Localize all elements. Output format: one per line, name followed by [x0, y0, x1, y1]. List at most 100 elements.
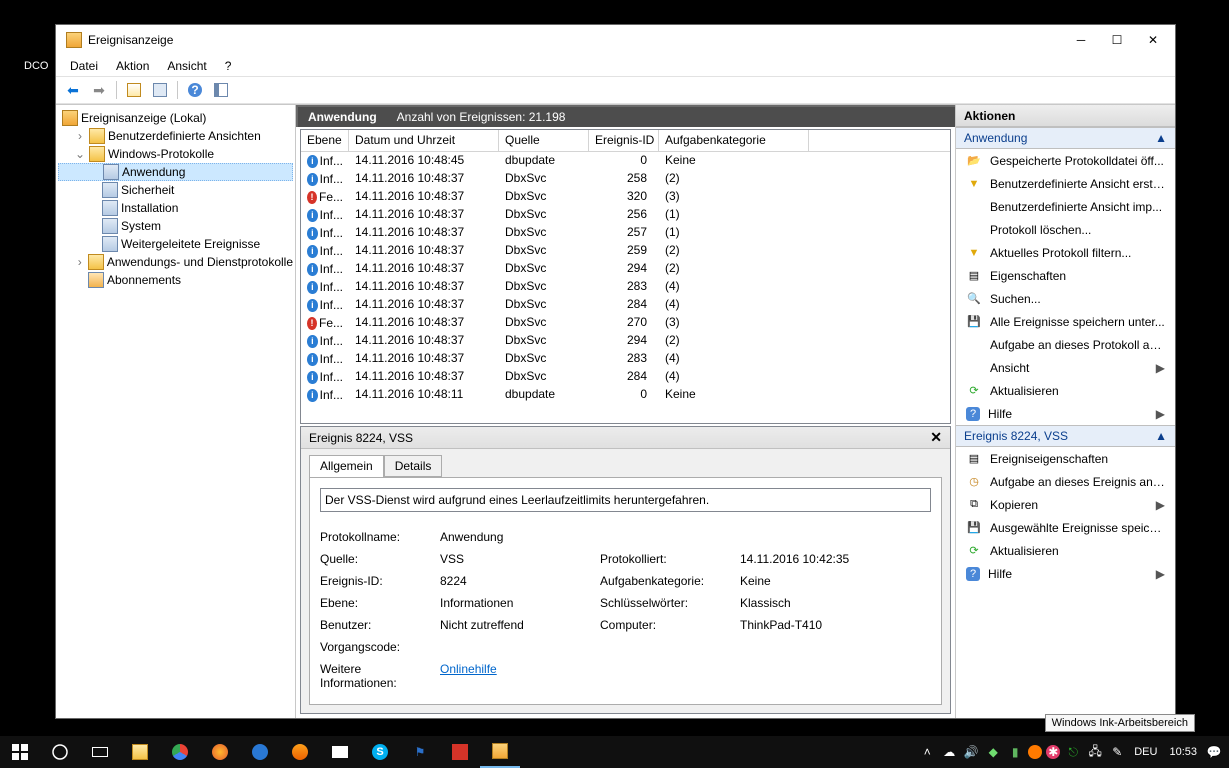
taskbar-app-thunderbird[interactable] — [280, 736, 320, 768]
tree-log-security[interactable]: Sicherheit — [58, 181, 293, 199]
action-copy[interactable]: ⧉Kopieren▶ — [956, 493, 1175, 516]
action-clear-log[interactable]: Protokoll löschen... — [956, 218, 1175, 241]
taskbar-app-skype[interactable]: S — [360, 736, 400, 768]
expand-icon[interactable]: › — [74, 255, 85, 269]
event-row[interactable]: iInf...14.11.2016 10:48:37DbxSvc258(2) — [301, 170, 950, 188]
taskbar-app-store[interactable] — [320, 736, 360, 768]
col-category[interactable]: Aufgabenkategorie — [659, 130, 809, 151]
online-help-link[interactable]: Onlinehilfe — [440, 662, 600, 690]
toggle-pane-button[interactable] — [210, 79, 232, 101]
tray-defender-icon[interactable] — [1028, 745, 1042, 759]
tray-battery-icon[interactable]: ▮ — [1006, 743, 1024, 761]
event-row[interactable]: iInf...14.11.2016 10:48:37DbxSvc284(4) — [301, 368, 950, 386]
detail-close-button[interactable]: ✕ — [930, 429, 942, 446]
close-button[interactable]: ✕ — [1135, 26, 1171, 54]
tree-log-system[interactable]: System — [58, 217, 293, 235]
tree-log-application[interactable]: Anwendung — [58, 163, 293, 181]
event-row[interactable]: iInf...14.11.2016 10:48:37DbxSvc294(2) — [301, 332, 950, 350]
col-datetime[interactable]: Datum und Uhrzeit — [349, 130, 499, 151]
event-row[interactable]: iInf...14.11.2016 10:48:37DbxSvc257(1) — [301, 224, 950, 242]
col-eventid[interactable]: Ereignis-ID — [589, 130, 659, 151]
tray-up-icon[interactable]: ˄ — [918, 743, 936, 761]
menu-action[interactable]: Aktion — [108, 57, 157, 75]
action-import-custom-view[interactable]: Benutzerdefinierte Ansicht imp... — [956, 195, 1175, 218]
taskview-button[interactable] — [80, 736, 120, 768]
action-event-properties[interactable]: ▤Ereigniseigenschaften — [956, 447, 1175, 470]
action-create-custom-view[interactable]: ▼Benutzerdefinierte Ansicht erste... — [956, 172, 1175, 195]
taskbar-app-edge[interactable] — [240, 736, 280, 768]
event-row[interactable]: iInf...14.11.2016 10:48:45dbupdate0Keine — [301, 152, 950, 170]
col-source[interactable]: Quelle — [499, 130, 589, 151]
action-refresh-event[interactable]: ⟳Aktualisieren — [956, 539, 1175, 562]
tray-volume-icon[interactable]: 🔊 — [962, 743, 980, 761]
action-help[interactable]: ?Hilfe▶ — [956, 402, 1175, 425]
tray-onedrive-icon[interactable]: ☁ — [940, 743, 958, 761]
taskbar-app-flag[interactable]: ⚑ — [400, 736, 440, 768]
tab-general[interactable]: Allgemein — [309, 455, 384, 477]
event-row[interactable]: !Fe...14.11.2016 10:48:37DbxSvc320(3) — [301, 188, 950, 206]
events-list[interactable]: Ebene Datum und Uhrzeit Quelle Ereignis-… — [300, 129, 951, 424]
show-hide-tree-button[interactable] — [123, 79, 145, 101]
event-row[interactable]: !Fe...14.11.2016 10:48:37DbxSvc270(3) — [301, 314, 950, 332]
nav-forward-button[interactable]: ➡ — [88, 79, 110, 101]
action-refresh[interactable]: ⟳Aktualisieren — [956, 379, 1175, 402]
tray-app-icon[interactable]: ◆ — [984, 743, 1002, 761]
event-row[interactable]: iInf...14.11.2016 10:48:37DbxSvc294(2) — [301, 260, 950, 278]
tray-network-icon[interactable]: 🖧 — [1086, 743, 1104, 761]
action-group-application[interactable]: Anwendung▲ — [956, 127, 1175, 149]
collapse-icon[interactable]: ▲ — [1155, 429, 1167, 443]
system-tray[interactable]: ˄ ☁ 🔊 ◆ ▮ ✱ ⎋ 🖧 ✎ DEU 10:53 💬 — [918, 743, 1229, 761]
event-row[interactable]: iInf...14.11.2016 10:48:37DbxSvc259(2) — [301, 242, 950, 260]
action-filter-log[interactable]: ▼Aktuelles Protokoll filtern... — [956, 241, 1175, 264]
action-attach-task-log[interactable]: Aufgabe an dieses Protokoll anf... — [956, 333, 1175, 356]
properties-button[interactable] — [149, 79, 171, 101]
tray-clock[interactable]: 10:53 — [1165, 746, 1201, 758]
navigation-tree[interactable]: Ereignisanzeige (Lokal) ›Benutzerdefinie… — [56, 105, 296, 718]
tree-windows-logs[interactable]: ⌄Windows-Protokolle — [58, 145, 293, 163]
cortana-button[interactable] — [40, 736, 80, 768]
tree-app-service-logs[interactable]: ›Anwendungs- und Dienstprotokolle — [58, 253, 293, 271]
event-row[interactable]: iInf...14.11.2016 10:48:11dbupdate0Keine — [301, 386, 950, 404]
maximize-button[interactable]: ☐ — [1099, 26, 1135, 54]
event-row[interactable]: iInf...14.11.2016 10:48:37DbxSvc256(1) — [301, 206, 950, 224]
tree-log-setup[interactable]: Installation — [58, 199, 293, 217]
menu-view[interactable]: Ansicht — [159, 57, 214, 75]
event-row[interactable]: iInf...14.11.2016 10:48:37DbxSvc283(4) — [301, 278, 950, 296]
tray-sync-icon[interactable]: ✱ — [1046, 745, 1060, 759]
tray-bluetooth-icon[interactable]: ⎋ — [1064, 743, 1082, 761]
taskbar-app-eventviewer[interactable] — [480, 736, 520, 768]
action-group-event[interactable]: Ereignis 8224, VSS▲ — [956, 425, 1175, 447]
collapse-icon[interactable]: ⌄ — [74, 147, 86, 161]
col-level[interactable]: Ebene — [301, 130, 349, 151]
expand-icon[interactable]: › — [74, 129, 86, 143]
nav-back-button[interactable]: ⬅ — [62, 79, 84, 101]
action-attach-task-event[interactable]: ◷Aufgabe an dieses Ereignis anfü... — [956, 470, 1175, 493]
minimize-button[interactable]: ─ — [1063, 26, 1099, 54]
action-properties[interactable]: ▤Eigenschaften — [956, 264, 1175, 287]
action-save-selected[interactable]: 💾Ausgewählte Ereignisse speiche... — [956, 516, 1175, 539]
tray-language[interactable]: DEU — [1130, 746, 1161, 758]
tray-ink-icon[interactable]: ✎ — [1108, 743, 1126, 761]
event-row[interactable]: iInf...14.11.2016 10:48:37DbxSvc283(4) — [301, 350, 950, 368]
tab-details[interactable]: Details — [384, 455, 443, 477]
action-view-submenu[interactable]: Ansicht▶ — [956, 356, 1175, 379]
tree-log-forwarded[interactable]: Weitergeleitete Ereignisse — [58, 235, 293, 253]
taskbar-app-snipping[interactable] — [440, 736, 480, 768]
collapse-icon[interactable]: ▲ — [1155, 131, 1167, 145]
taskbar[interactable]: S ⚑ ˄ ☁ 🔊 ◆ ▮ ✱ ⎋ 🖧 ✎ DEU 10:53 💬 — [0, 736, 1229, 768]
action-save-all-events[interactable]: 💾Alle Ereignisse speichern unter... — [956, 310, 1175, 333]
tree-root[interactable]: Ereignisanzeige (Lokal) — [58, 109, 293, 127]
action-help-event[interactable]: ?Hilfe▶ — [956, 562, 1175, 585]
help-button[interactable]: ? — [184, 79, 206, 101]
menu-file[interactable]: Datei — [62, 57, 106, 75]
event-row[interactable]: iInf...14.11.2016 10:48:37DbxSvc284(4) — [301, 296, 950, 314]
action-open-saved-log[interactable]: 📂Gespeicherte Protokolldatei öff... — [956, 149, 1175, 172]
taskbar-app-chrome[interactable] — [160, 736, 200, 768]
tree-custom-views[interactable]: ›Benutzerdefinierte Ansichten — [58, 127, 293, 145]
menu-help[interactable]: ? — [217, 57, 240, 75]
titlebar[interactable]: Ereignisanzeige ─ ☐ ✕ — [56, 25, 1175, 55]
taskbar-app-explorer[interactable] — [120, 736, 160, 768]
taskbar-app-firefox[interactable] — [200, 736, 240, 768]
events-column-headers[interactable]: Ebene Datum und Uhrzeit Quelle Ereignis-… — [301, 130, 950, 152]
action-find[interactable]: 🔍Suchen... — [956, 287, 1175, 310]
